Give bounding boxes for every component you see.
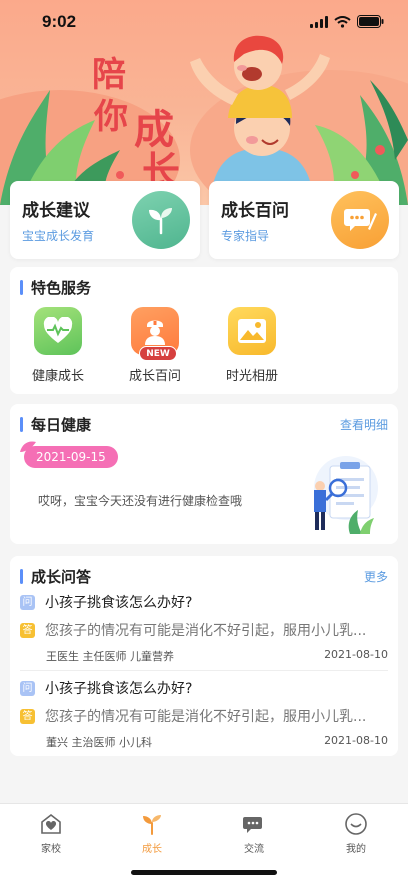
tab-label: 交流: [244, 844, 264, 855]
doctor-info: 董兴 主治医师 小儿科: [46, 736, 152, 749]
new-badge: NEW: [139, 346, 177, 361]
status-icons: [310, 15, 384, 28]
section-accent-bar: [20, 569, 23, 584]
heart-pulse-icon: [34, 307, 82, 355]
card-title: 成长建议: [22, 201, 90, 221]
answer-text: 您孩子的情况有可能是消化不好引起，服用小儿乳...: [45, 709, 367, 725]
photo-icon: [228, 307, 276, 355]
section-header: 每日健康: [20, 414, 91, 435]
question-tag: 问: [20, 680, 35, 696]
health-check-illustration: [314, 456, 378, 534]
battery-icon: [357, 15, 384, 28]
section-title: 特色服务: [31, 279, 92, 297]
more-link[interactable]: 更多: [364, 568, 388, 585]
question-tag: 问: [20, 594, 35, 610]
feature-label: 健康成长: [31, 369, 84, 384]
tab-profile[interactable]: 我的: [326, 812, 386, 855]
wifi-icon: [334, 15, 351, 28]
card-subtitle: 专家指导: [221, 229, 270, 243]
feature-healthy-growth[interactable]: 健康成长: [23, 307, 93, 384]
answer-tag: 答: [20, 622, 35, 638]
card-title: 成长百问: [221, 201, 289, 221]
qa-answer-row: 答 您孩子的情况有可能是消化不好引起，服用小儿乳...: [20, 704, 388, 728]
answer-text: 您孩子的情况有可能是消化不好引起，服用小儿乳...: [45, 623, 367, 639]
hero-title-char: 你: [94, 97, 128, 137]
question-text: 小孩子挑食该怎么办好?: [45, 595, 193, 611]
growth-qa-card[interactable]: 成长百问 专家指导: [209, 181, 399, 259]
chat-icon: [224, 812, 284, 836]
sprout-icon: [132, 191, 190, 249]
leaf-icon: [20, 441, 36, 452]
signal-icon: [310, 15, 328, 28]
card-subtitle: 宝宝成长发育: [22, 229, 95, 243]
feature-label: 时光相册: [225, 369, 278, 384]
chat-pen-icon: [331, 191, 389, 249]
tab-growth[interactable]: 成长: [122, 812, 182, 855]
date-badge: 2021-09-15: [24, 446, 118, 468]
section-title: 成长问答: [31, 568, 92, 586]
growth-advice-card[interactable]: 成长建议 宝宝成长发育: [10, 181, 200, 259]
profile-icon: [326, 812, 386, 836]
feature-growth-qa[interactable]: NEW 成长百问: [120, 307, 190, 384]
section-accent-bar: [20, 280, 23, 295]
hero-title-char: 成: [134, 106, 174, 153]
hero-banner: 陪 你 成 长 9:02: [0, 0, 408, 205]
health-check-message: 哎呀，宝宝今天还没有进行健康检查哦: [38, 494, 243, 508]
hero-title-char: 陪: [92, 55, 126, 95]
section-title: 每日健康: [31, 416, 92, 434]
sprout-icon: [122, 812, 182, 836]
answer-date: 2021-08-10: [324, 648, 388, 661]
qa-meta: 董兴 主治医师 小儿科 2021-08-10: [46, 728, 388, 752]
tab-label: 家校: [41, 844, 61, 855]
section-accent-bar: [20, 417, 23, 432]
answer-tag: 答: [20, 708, 35, 724]
status-time: 9:02: [42, 12, 77, 31]
featured-services-section: 特色服务 健康成长 NEW 成长百问 时光相册: [10, 267, 398, 394]
doctor-icon: NEW: [131, 307, 179, 361]
feature-time-album[interactable]: 时光相册: [217, 307, 287, 384]
qa-question-row: 问 小孩子挑食该怎么办好?: [20, 676, 388, 700]
hero-title: 陪 你 成 长: [92, 55, 182, 190]
feature-label: 成长百问: [128, 369, 181, 384]
doctor-info: 王医生 主任医师 儿童营养: [46, 650, 174, 663]
qa-list-item[interactable]: 问 小孩子挑食该怎么办好? 答 您孩子的情况有可能是消化不好引起，服用小儿乳..…: [20, 676, 388, 752]
section-header: 特色服务: [20, 277, 91, 298]
qa-meta: 王医生 主任医师 儿童营养 2021-08-10: [46, 642, 388, 666]
home-indicator: [131, 870, 277, 875]
status-bar: 9:02: [0, 0, 408, 44]
question-text: 小孩子挑食该怎么办好?: [45, 681, 193, 697]
school-icon: [21, 812, 81, 836]
section-header: 成长问答: [20, 566, 91, 587]
tab-label: 我的: [346, 844, 366, 855]
view-details-link[interactable]: 查看明细: [340, 416, 388, 433]
growth-qa-section: 成长问答 更多 问 小孩子挑食该怎么办好? 答 您孩子的情况有可能是消化不好引起…: [10, 556, 398, 756]
qa-list-item[interactable]: 问 小孩子挑食该怎么办好? 答 您孩子的情况有可能是消化不好引起，服用小儿乳..…: [20, 590, 388, 666]
qa-answer-row: 答 您孩子的情况有可能是消化不好引起，服用小儿乳...: [20, 618, 388, 642]
tab-label: 成长: [142, 844, 162, 855]
qa-question-row: 问 小孩子挑食该怎么办好?: [20, 590, 388, 614]
tab-chat[interactable]: 交流: [224, 812, 284, 855]
tab-school[interactable]: 家校: [21, 812, 81, 855]
divider: [20, 670, 388, 671]
daily-health-section: 每日健康 查看明细 2021-09-15 哎呀，宝宝今天还没有进行健康检查哦: [10, 404, 398, 544]
answer-date: 2021-08-10: [324, 734, 388, 747]
